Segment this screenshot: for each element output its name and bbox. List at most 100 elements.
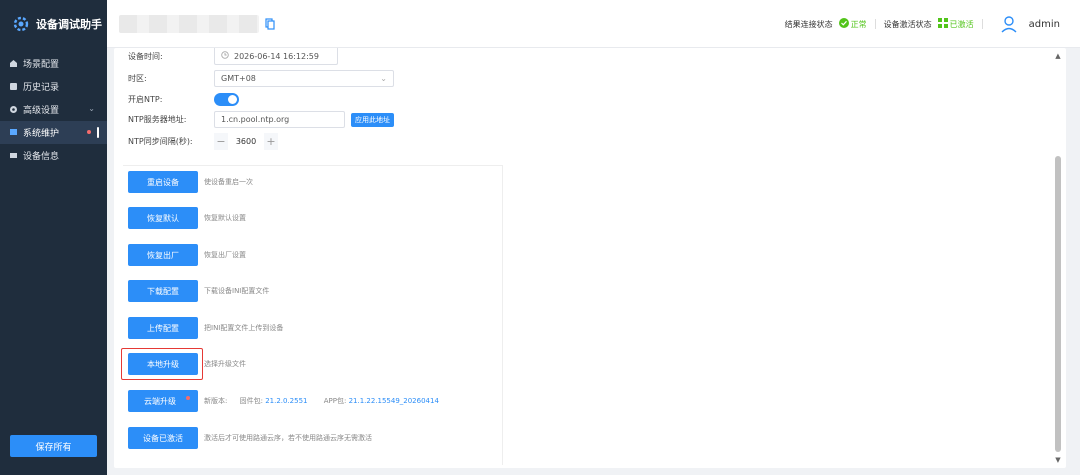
copy-icon[interactable] [265,18,275,30]
sidebar-item-label: 设备信息 [23,152,60,162]
factory-reset-button[interactable]: 恢复出厂 [128,244,198,266]
header-status: 结果连接状态 正常 设备激活状态 已激活 admin [785,0,1060,48]
update-badge [186,396,190,400]
top-header: 结果连接状态 正常 设备激活状态 已激活 admin [107,0,1080,48]
reboot-button[interactable]: 重启设备 [128,171,198,193]
ntp-interval-value[interactable]: 3600 [228,133,264,150]
sidebar-item-device-info[interactable]: 设备信息 [0,144,107,167]
activation-status-value: 已激活 [949,19,974,29]
op-cloud-upgrade: 云端升级 新版本: 固件包: 21.2.0.2551 APP包: 21.1.22… [128,390,439,412]
active-indicator [97,127,99,138]
sidebar-item-advanced[interactable]: 高级设置 ⌄ [0,98,107,121]
app-version: 21.1.22.15549_20260414 [348,397,439,405]
new-version-label: 新版本: [204,397,228,405]
apply-address-button[interactable]: 应用此地址 [351,112,394,127]
username[interactable]: admin [1029,19,1060,30]
sidebar-nav: 场景配置 历史记录 高级设置 ⌄ 系统维护 设备信息 [0,52,107,167]
scroll-thumb[interactable] [1055,156,1061,452]
op-restore-default: 恢复默认 恢复默认设置 [128,207,246,229]
sidebar: 设备调试助手 场景配置 历史记录 高级设置 ⌄ 系统维护 设备信息 保存所有 [0,0,107,475]
sidebar-item-maintenance[interactable]: 系统维护 [0,121,107,144]
firmware-label: 固件包: [239,397,263,405]
op-description: 下载设备INI配置文件 [204,287,270,295]
upload-config-button[interactable]: 上传配置 [128,317,198,339]
cloud-upgrade-button[interactable]: 云端升级 [128,390,198,412]
sidebar-item-scene[interactable]: 场景配置 [0,52,107,75]
main-content: 设备时间: 2026-06-14 16:12:59 时区: GMT+08 ⌄ 开… [114,48,1066,468]
timezone-value: GMT+08 [221,74,256,83]
timezone-label: 时区: [128,74,147,83]
scene-icon [8,59,18,69]
restore-default-button[interactable]: 恢复默认 [128,207,198,229]
history-icon [8,82,18,92]
redacted-device-name [119,15,259,33]
op-download-config: 下载配置 下载设备INI配置文件 [128,280,269,302]
minus-icon[interactable]: − [214,133,228,150]
device-time-value: 2026-06-14 16:12:59 [234,51,319,61]
ntp-interval-stepper: − 3600 + [214,133,278,150]
clock-icon [221,51,229,61]
chevron-down-icon: ⌄ [88,104,95,113]
scroll-up-icon[interactable]: ▲ [1054,52,1062,60]
device-time-label: 设备时间: [128,52,163,61]
activation-status-label: 设备激活状态 [883,19,932,29]
op-description: 恢复出厂设置 [204,251,246,259]
firmware-version: 21.2.0.2551 [265,397,308,405]
op-factory-reset: 恢复出厂 恢复出厂设置 [128,244,246,266]
ntp-toggle[interactable] [214,93,239,106]
sidebar-item-label: 系统维护 [23,129,60,139]
ntp-enable-label: 开启NTP: [128,95,163,104]
activation-status: 已激活 [937,18,974,30]
ntp-interval-label: NTP同步间隔(秒): [128,137,193,146]
notification-dot [87,130,91,134]
divider [981,19,983,29]
ntp-server-row: NTP服务器地址: 1.cn.pool.ntp.org 应用此地址 [128,111,394,128]
sidebar-item-label: 场景配置 [23,60,60,70]
download-config-button[interactable]: 下载配置 [128,280,198,302]
op-description: 把INI配置文件上传到设备 [204,324,284,332]
chevron-down-icon: ⌄ [380,74,387,83]
ntp-server-input[interactable]: 1.cn.pool.ntp.org [214,111,345,128]
device-time-field[interactable]: 2026-06-14 16:12:59 [214,48,338,65]
op-description: 使设备重启一次 [204,178,253,186]
info-icon [8,151,18,161]
app-logo: 设备调试助手 [0,0,107,48]
ntp-server-value: 1.cn.pool.ntp.org [221,115,290,124]
plus-icon[interactable]: + [264,133,278,150]
maintenance-icon [8,128,18,138]
sidebar-item-label: 历史记录 [23,83,60,93]
ntp-interval-row: NTP同步间隔(秒): − 3600 + [128,133,278,150]
scroll-down-icon[interactable]: ▼ [1054,456,1062,464]
result-status: 正常 [838,18,867,30]
op-upload-config: 上传配置 把INI配置文件上传到设备 [128,317,283,339]
sidebar-item-label: 高级设置 [23,106,60,116]
timezone-select[interactable]: GMT+08 ⌄ [214,70,394,87]
op-description: 激活后才可使用路通云序，若不使用路通云序无需激活 [204,434,372,442]
grid-icon [937,18,948,30]
check-circle-icon [838,18,849,30]
highlight-box [121,348,203,380]
op-reboot: 重启设备 使设备重启一次 [128,171,253,193]
op-description: 选择升级文件 [204,360,246,368]
op-description: 恢复默认设置 [204,214,246,222]
sidebar-item-history[interactable]: 历史记录 [0,75,107,98]
app-label: APP包: [323,397,347,405]
timezone-row: 时区: GMT+08 ⌄ [128,70,394,87]
cloud-upgrade-label: 云端升级 [144,396,176,406]
ntp-enable-row: 开启NTP: [128,93,239,106]
ntp-server-label: NTP服务器地址: [128,115,187,124]
result-status-value: 正常 [850,19,867,29]
op-activated: 设备已激活 激活后才可使用路通云序，若不使用路通云序无需激活 [128,427,372,449]
op-description: 新版本: 固件包: 21.2.0.2551 APP包: 21.1.22.1554… [204,396,439,406]
activated-button[interactable]: 设备已激活 [128,427,198,449]
divider [874,19,876,29]
gear-logo-icon [12,15,30,33]
vertical-scrollbar[interactable]: ▲ ▼ [1054,52,1062,464]
save-all-button[interactable]: 保存所有 [10,435,97,457]
settings-icon [8,105,18,115]
maintenance-operations: 重启设备 使设备重启一次 恢复默认 恢复默认设置 恢复出厂 恢复出厂设置 下载配… [123,165,503,465]
device-time-row: 设备时间: 2026-06-14 16:12:59 [128,48,338,65]
user-avatar-icon[interactable] [999,14,1019,34]
result-status-label: 结果连接状态 [784,19,833,29]
app-title: 设备调试助手 [36,18,102,31]
